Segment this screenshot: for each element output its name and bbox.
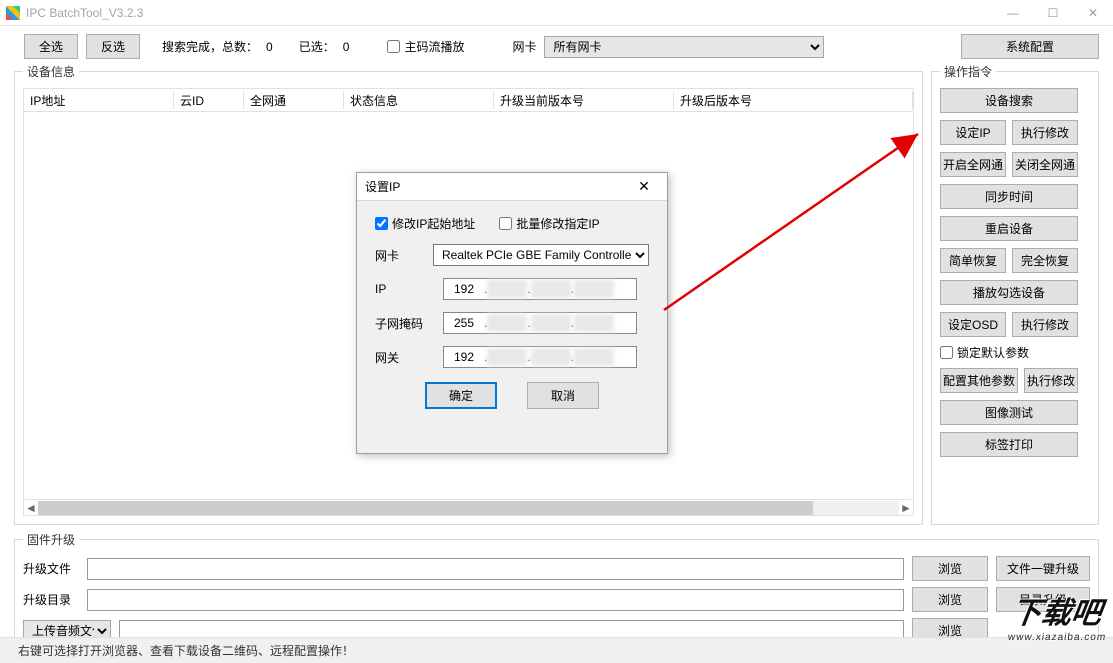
selected-count: 0 bbox=[343, 40, 350, 54]
one-key-upgrade-button[interactable]: 文件一键升级 bbox=[996, 556, 1090, 581]
close-button[interactable]: ✕ bbox=[1073, 0, 1113, 26]
label-print-button[interactable]: 标签打印 bbox=[940, 432, 1078, 457]
selected-label: 已选： bbox=[299, 38, 335, 55]
mask-octet-4[interactable] bbox=[574, 314, 614, 332]
lock-default-label: 锁定默认参数 bbox=[957, 344, 1029, 361]
gw-octet-4[interactable] bbox=[574, 348, 614, 366]
app-icon bbox=[6, 6, 20, 20]
batch-modify-label: 批量修改指定IP bbox=[516, 215, 599, 232]
upgrade-dir-input[interactable] bbox=[87, 589, 904, 611]
ops-group: 操作指令 设备搜索 设定IP 执行修改 开启全网通 关闭全网通 同步时间 重启设… bbox=[931, 63, 1099, 525]
mainstream-checkbox[interactable] bbox=[387, 40, 400, 53]
maximize-button[interactable]: ☐ bbox=[1033, 0, 1073, 26]
dlg-nic-label: 网卡 bbox=[375, 247, 423, 264]
other-params-button[interactable]: 配置其他参数 bbox=[940, 368, 1018, 393]
system-config-button[interactable]: 系统配置 bbox=[961, 34, 1099, 59]
h-scrollbar[interactable]: ◄ ► bbox=[23, 500, 914, 516]
device-info-legend: 设备信息 bbox=[23, 63, 79, 80]
scroll-left-icon[interactable]: ◄ bbox=[24, 501, 38, 515]
col-status[interactable]: 状态信息 bbox=[344, 92, 494, 109]
nic-select[interactable]: 所有网卡 bbox=[544, 36, 824, 58]
scroll-right-icon[interactable]: ► bbox=[899, 501, 913, 515]
table-header: IP地址 云ID 全网通 状态信息 升级当前版本号 升级后版本号 bbox=[23, 88, 914, 112]
batch-modify-checkbox[interactable] bbox=[499, 217, 512, 230]
simple-restore-button[interactable]: 简单恢复 bbox=[940, 248, 1006, 273]
close-allnet-button[interactable]: 关闭全网通 bbox=[1012, 152, 1078, 177]
titlebar: IPC BatchTool_V3.2.3 — ☐ ✕ bbox=[0, 0, 1113, 26]
ip-octet-3[interactable] bbox=[531, 280, 571, 298]
mainstream-label: 主码流播放 bbox=[404, 38, 464, 55]
exec-modify3-button[interactable]: 执行修改 bbox=[1024, 368, 1078, 393]
nic-label: 网卡 bbox=[512, 38, 536, 55]
dlg-gw-label: 网关 bbox=[375, 349, 433, 366]
statusbar: 右键可选择打开浏览器、查看下载设备二维码、远程配置操作！ bbox=[0, 637, 1113, 663]
col-cur-ver[interactable]: 升级当前版本号 bbox=[494, 92, 674, 109]
sync-time-button[interactable]: 同步时间 bbox=[940, 184, 1078, 209]
modify-start-checkbox[interactable] bbox=[375, 217, 388, 230]
status-text: 右键可选择打开浏览器、查看下载设备二维码、远程配置操作！ bbox=[18, 642, 354, 659]
play-checked-button[interactable]: 播放勾选设备 bbox=[940, 280, 1078, 305]
mask-octet-3[interactable] bbox=[531, 314, 571, 332]
dlg-ip-label: IP bbox=[375, 282, 433, 296]
reboot-button[interactable]: 重启设备 bbox=[940, 216, 1078, 241]
dialog-title: 设置IP bbox=[365, 178, 629, 195]
toolbar: 全选 反选 搜索完成，总数： 0 已选： 0 主码流播放 网卡 所有网卡 系统配… bbox=[0, 26, 1113, 63]
modify-start-label: 修改IP起始地址 bbox=[392, 215, 475, 232]
firmware-legend: 固件升级 bbox=[23, 531, 79, 548]
device-search-button[interactable]: 设备搜索 bbox=[940, 88, 1078, 113]
exec-modify2-button[interactable]: 执行修改 bbox=[1012, 312, 1078, 337]
gateway-input[interactable]: . . . bbox=[443, 346, 637, 368]
upgrade-dir-label: 升级目录 bbox=[23, 591, 79, 608]
set-osd-button[interactable]: 设定OSD bbox=[940, 312, 1006, 337]
invert-selection-button[interactable]: 反选 bbox=[86, 34, 140, 59]
dialog-cancel-button[interactable]: 取消 bbox=[527, 382, 599, 409]
mask-octet-1[interactable] bbox=[444, 316, 484, 330]
col-allnet[interactable]: 全网通 bbox=[244, 92, 344, 109]
ip-input[interactable]: . . . bbox=[443, 278, 637, 300]
watermark: 下载吧 www.xiazaiba.com bbox=[1007, 588, 1113, 643]
set-ip-button[interactable]: 设定IP bbox=[940, 120, 1006, 145]
ip-octet-4[interactable] bbox=[574, 280, 614, 298]
col-new-ver[interactable]: 升级后版本号 bbox=[674, 92, 913, 109]
browse-file-button[interactable]: 浏览 bbox=[912, 556, 988, 581]
image-test-button[interactable]: 图像测试 bbox=[940, 400, 1078, 425]
total-count: 0 bbox=[266, 40, 273, 54]
gw-octet-1[interactable] bbox=[444, 350, 484, 364]
gw-octet-3[interactable] bbox=[531, 348, 571, 366]
open-allnet-button[interactable]: 开启全网通 bbox=[940, 152, 1006, 177]
upgrade-file-label: 升级文件 bbox=[23, 560, 79, 577]
window-title: IPC BatchTool_V3.2.3 bbox=[26, 6, 143, 20]
gw-octet-2[interactable] bbox=[487, 348, 527, 366]
dialog-close-button[interactable]: ✕ bbox=[629, 176, 659, 198]
dlg-nic-select[interactable]: Realtek PCIe GBE Family Controlle bbox=[433, 244, 649, 266]
ip-octet-2[interactable] bbox=[487, 280, 527, 298]
select-all-button[interactable]: 全选 bbox=[24, 34, 78, 59]
dlg-mask-label: 子网掩码 bbox=[375, 315, 433, 332]
ip-octet-1[interactable] bbox=[444, 282, 484, 296]
upgrade-file-input[interactable] bbox=[87, 558, 904, 580]
full-restore-button[interactable]: 完全恢复 bbox=[1012, 248, 1078, 273]
minimize-button[interactable]: — bbox=[993, 0, 1033, 26]
col-cloudid[interactable]: 云ID bbox=[174, 92, 244, 109]
search-done-label: 搜索完成，总数： bbox=[162, 38, 258, 55]
set-ip-dialog: 设置IP ✕ 修改IP起始地址 批量修改指定IP 网卡 Realtek PCIe… bbox=[356, 172, 668, 454]
browse-dir-button[interactable]: 浏览 bbox=[912, 587, 988, 612]
exec-modify-button[interactable]: 执行修改 bbox=[1012, 120, 1078, 145]
lock-default-checkbox[interactable] bbox=[940, 346, 953, 359]
dialog-ok-button[interactable]: 确定 bbox=[425, 382, 497, 409]
mask-input[interactable]: . . . bbox=[443, 312, 637, 334]
mask-octet-2[interactable] bbox=[487, 314, 527, 332]
col-ip[interactable]: IP地址 bbox=[24, 92, 174, 109]
ops-legend: 操作指令 bbox=[940, 63, 996, 80]
